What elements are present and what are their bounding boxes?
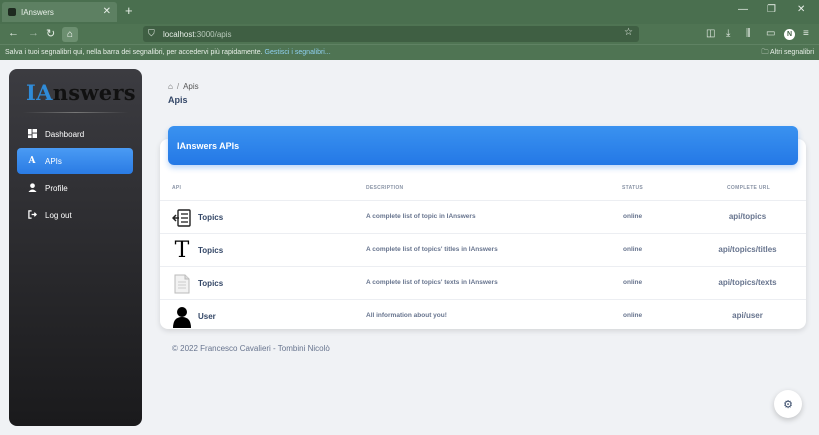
api-url[interactable]: api/topics/titles <box>700 245 795 254</box>
footer-copyright: © 2022 Francesco Cavalieri - Tombini Nic… <box>172 344 330 353</box>
sidebar-toggle-icon[interactable]: ▭ <box>766 28 775 39</box>
breadcrumb-current: Apis <box>183 82 199 91</box>
url-host: localhost <box>163 29 195 39</box>
forward-icon[interactable]: → <box>28 27 39 39</box>
table-row: T Topics A complete list of topics' titl… <box>160 233 806 266</box>
column-header-url: COMPLETE URL <box>727 185 771 191</box>
api-status: online <box>623 312 643 319</box>
download-icon[interactable]: ⤓ <box>726 28 730 39</box>
url-bar[interactable]: ⛉ localhost:3000/apis ☆ <box>143 26 639 42</box>
tab-title: IAnswers <box>21 7 54 17</box>
home-icon[interactable]: ⌂ <box>62 27 78 42</box>
table-row: User All information about you! online a… <box>160 299 806 332</box>
bookmark-star-icon[interactable]: ☆ <box>624 27 633 38</box>
api-name: User <box>198 312 216 321</box>
api-status: online <box>623 246 643 253</box>
card-header: IAnswers APIs <box>168 126 798 165</box>
api-name: Topics <box>198 246 224 255</box>
api-description: A complete list of topics' titles in IAn… <box>366 246 498 253</box>
dashboard-icon <box>27 128 37 140</box>
api-icon: A <box>28 156 36 166</box>
browser-tab[interactable]: IAnswers ✕ <box>2 2 117 22</box>
browser-tab-bar: IAnswers ✕ + — ❐ ✕ <box>0 0 819 24</box>
api-url[interactable]: api/topics/texts <box>700 278 795 287</box>
bookmarks-bar: Salva i tuoi segnalibri qui, nella barra… <box>0 44 819 60</box>
app-logo[interactable]: IAnswers <box>26 80 136 105</box>
browser-nav-bar: ← → ↻ ⌂ ⛉ localhost:3000/apis ☆ ◫ ⤓ ⫼ ▭ … <box>0 24 819 44</box>
sidebar-item-label: APIs <box>45 156 62 166</box>
sidebar-item-label: Dashboard <box>45 129 85 139</box>
breadcrumb: ⌂ / Apis <box>168 82 199 91</box>
column-header-description: DESCRIPTION <box>366 185 404 191</box>
bookmarks-hint: Salva i tuoi segnalibri qui, nella barra… <box>5 49 263 56</box>
restore-icon[interactable]: ❐ <box>767 4 776 15</box>
minimize-icon[interactable]: — <box>738 4 748 15</box>
sidebar-item-label: Log out <box>45 210 72 220</box>
api-status: online <box>623 213 643 220</box>
title-icon: T <box>174 237 190 263</box>
account-icon[interactable]: N <box>784 29 795 40</box>
user-icon <box>27 182 37 194</box>
reload-icon[interactable]: ↻ <box>46 27 55 40</box>
manage-bookmarks-link[interactable]: Gestisci i segnalibri... <box>265 49 331 56</box>
api-description: All information about you! <box>366 312 447 319</box>
column-header-api: API <box>172 185 182 191</box>
api-url[interactable]: api/user <box>700 311 795 320</box>
logout-icon <box>27 209 37 221</box>
window-close-icon[interactable]: ✕ <box>797 4 805 15</box>
shield-icon: ⛉ <box>148 28 155 38</box>
api-name: Topics <box>198 279 224 288</box>
menu-icon[interactable]: ≡ <box>803 28 809 39</box>
page-title: Apis <box>168 95 188 105</box>
table-row: Topics A complete list of topics' texts … <box>160 266 806 299</box>
other-bookmarks[interactable]: 🗀 Altri segnalibri <box>761 45 814 60</box>
sidebar-item-logout[interactable]: Log out <box>17 202 133 228</box>
home-icon[interactable]: ⌂ <box>168 82 173 91</box>
gear-icon: ⚙ <box>783 398 793 411</box>
table-row: Topics A complete list of topic in IAnsw… <box>160 200 806 233</box>
api-name: Topics <box>198 213 224 222</box>
api-status: online <box>623 279 643 286</box>
list-icon <box>172 207 192 229</box>
url-path: :3000/apis <box>194 29 232 39</box>
settings-button[interactable]: ⚙ <box>774 390 802 418</box>
sidebar-item-apis[interactable]: A APIs <box>17 148 133 174</box>
favicon-icon <box>8 8 16 16</box>
sidebar-item-label: Profile <box>45 183 68 193</box>
document-icon <box>172 273 192 295</box>
sidebar-divider <box>23 112 128 113</box>
sidebar-item-dashboard[interactable]: Dashboard <box>17 121 133 147</box>
tab-close-icon[interactable]: ✕ <box>103 6 111 17</box>
user-silhouette-icon <box>172 306 192 328</box>
column-header-status: STATUS <box>622 185 644 191</box>
sidebar-item-profile[interactable]: Profile <box>17 175 133 201</box>
pocket-icon[interactable]: ◫ <box>706 28 715 39</box>
sidebar: IAnswers Dashboard A APIs Profile Log ou… <box>9 69 142 426</box>
new-tab-button[interactable]: + <box>125 3 133 18</box>
other-bookmarks-label: Altri segnalibri <box>770 49 814 56</box>
api-description: A complete list of topics' texts in IAns… <box>366 279 498 286</box>
library-icon[interactable]: ⫼ <box>746 28 751 39</box>
back-icon[interactable]: ← <box>8 27 19 39</box>
folder-icon: 🗀 <box>761 49 769 56</box>
api-url[interactable]: api/topics <box>700 212 795 221</box>
api-description: A complete list of topic in IAnswers <box>366 213 476 220</box>
